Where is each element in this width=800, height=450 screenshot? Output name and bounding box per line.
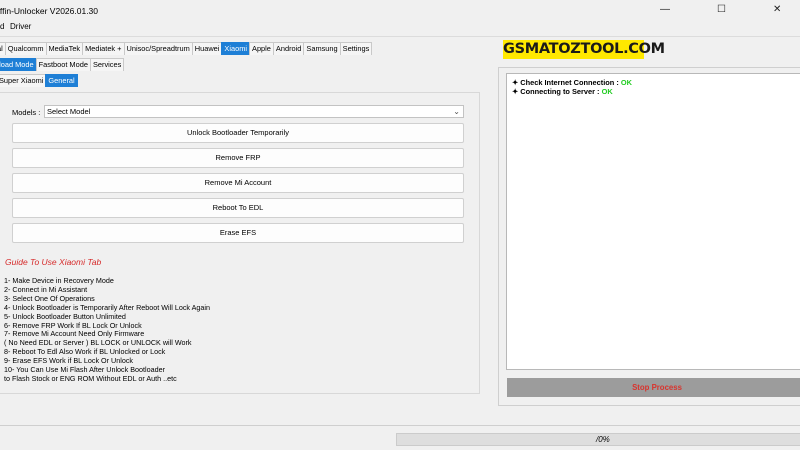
section-tabs: Super Xiaomi General <box>0 74 78 87</box>
log-line: ✦ Check Internet Connection : OK <box>512 78 632 87</box>
mode-tab-fastboot-mode[interactable]: Fastboot Mode <box>35 58 91 71</box>
unlock-bootloader-button[interactable]: Unlock Bootloader Temporarily <box>12 123 464 143</box>
guide-title: Guide To Use Xiaomi Tab <box>5 257 102 267</box>
platform-tabs: alQualcommMediaTekMediatek +Unisoc/Sprea… <box>0 42 373 55</box>
guide-line: 6- Remove FRP Work If BL Lock Or Unlock <box>4 320 142 330</box>
tab-unisoc-spreadtrum[interactable]: Unisoc/Spreadtrum <box>123 42 193 55</box>
window-title: iffin-Unlocker V2026.01.30 <box>0 6 99 16</box>
progress-label: /0% <box>596 435 610 444</box>
guide-line: 3- Select One Of Operations <box>4 293 95 303</box>
tab-mediatek[interactable]: Mediatek + <box>82 42 125 55</box>
log-label: Connecting to Server : <box>520 87 602 96</box>
guide-line: 4- Unlock Bootloader is Temporarily Afte… <box>4 302 211 312</box>
tab-android[interactable]: Android <box>272 42 305 55</box>
cross-icon: ✦ <box>512 87 519 96</box>
guide-line: 7- Remove Mi Account Need Only Firmware <box>4 329 145 339</box>
guide-line: 9- Erase EFS Work if BL Lock Or Unlock <box>4 356 134 366</box>
log-label: Check Internet Connection : <box>520 78 621 87</box>
models-label: Models : <box>12 108 41 117</box>
tab-huawei[interactable]: Huawei <box>191 42 223 55</box>
remove-mi-account-button[interactable]: Remove Mi Account <box>12 173 464 193</box>
log-status: OK <box>601 87 613 96</box>
close-button[interactable]: ✕ <box>773 4 781 16</box>
maximize-button[interactable]: ☐ <box>717 4 726 16</box>
guide-line: 10- You Can Use Mi Flash After Unlock Bo… <box>4 365 166 374</box>
section-tab-super-xiaomi[interactable]: Super Xiaomi <box>0 74 47 87</box>
log-output: ✦ Check Internet Connection : OK ✦ Conne… <box>506 73 800 370</box>
menu-item-d[interactable]: d <box>0 22 4 31</box>
guide-line: 1- Make Device in Recovery Mode <box>4 276 114 285</box>
menu-divider <box>0 36 800 37</box>
model-select[interactable]: Select Model ⌄ <box>44 105 464 118</box>
title-bar: iffin-Unlocker V2026.01.30 — ☐ ✕ <box>0 0 800 20</box>
mode-tab-eload-mode[interactable]: eload Mode <box>0 58 37 71</box>
mode-tab-services[interactable]: Services <box>89 58 125 71</box>
tab-settings[interactable]: Settings <box>339 42 373 55</box>
tab-qualcomm[interactable]: Qualcomm <box>4 42 47 55</box>
tab-samsung[interactable]: Samsung <box>303 42 341 55</box>
menu-bar: d Driver <box>0 20 800 34</box>
tab-xiaomi[interactable]: Xiaomi <box>221 42 251 55</box>
stop-process-button[interactable]: Stop Process <box>507 378 800 397</box>
chevron-down-icon: ⌄ <box>453 107 460 116</box>
cross-icon: ✦ <box>512 78 519 87</box>
reboot-to-edl-button[interactable]: Reboot To EDL <box>12 198 464 218</box>
model-select-value: Select Model <box>47 107 91 116</box>
erase-efs-button[interactable]: Erase EFS <box>12 223 464 243</box>
guide-line: 5- Unlock Bootloader Button Unlimited <box>4 311 126 321</box>
guide-line: to Flash Stock or ENG ROM Without EDL or… <box>4 373 177 383</box>
remove-frp-button[interactable]: Remove FRP <box>12 148 464 168</box>
menu-item-driver[interactable]: Driver <box>10 22 31 31</box>
mode-tabs: eload ModeFastboot ModeServices <box>0 58 125 71</box>
guide-line: 8- Reboot To Edl Also Work if BL Unlocke… <box>4 347 166 357</box>
log-status: OK <box>620 78 632 87</box>
guide-line: 2- Connect in Mi Assistant <box>4 284 88 294</box>
site-logo: GSMATOZTOOL.COM <box>503 40 665 59</box>
log-line: ✦ Connecting to Server : OK <box>512 87 613 96</box>
tab-apple[interactable]: Apple <box>249 42 274 55</box>
guide-line: ( No Need EDL or Server ) BL LOCK or UNL… <box>4 338 192 348</box>
tab-mediatek[interactable]: MediaTek <box>45 42 84 55</box>
status-divider <box>0 425 800 426</box>
minimize-button[interactable]: — <box>660 4 670 16</box>
section-tab-general[interactable]: General <box>45 74 78 87</box>
